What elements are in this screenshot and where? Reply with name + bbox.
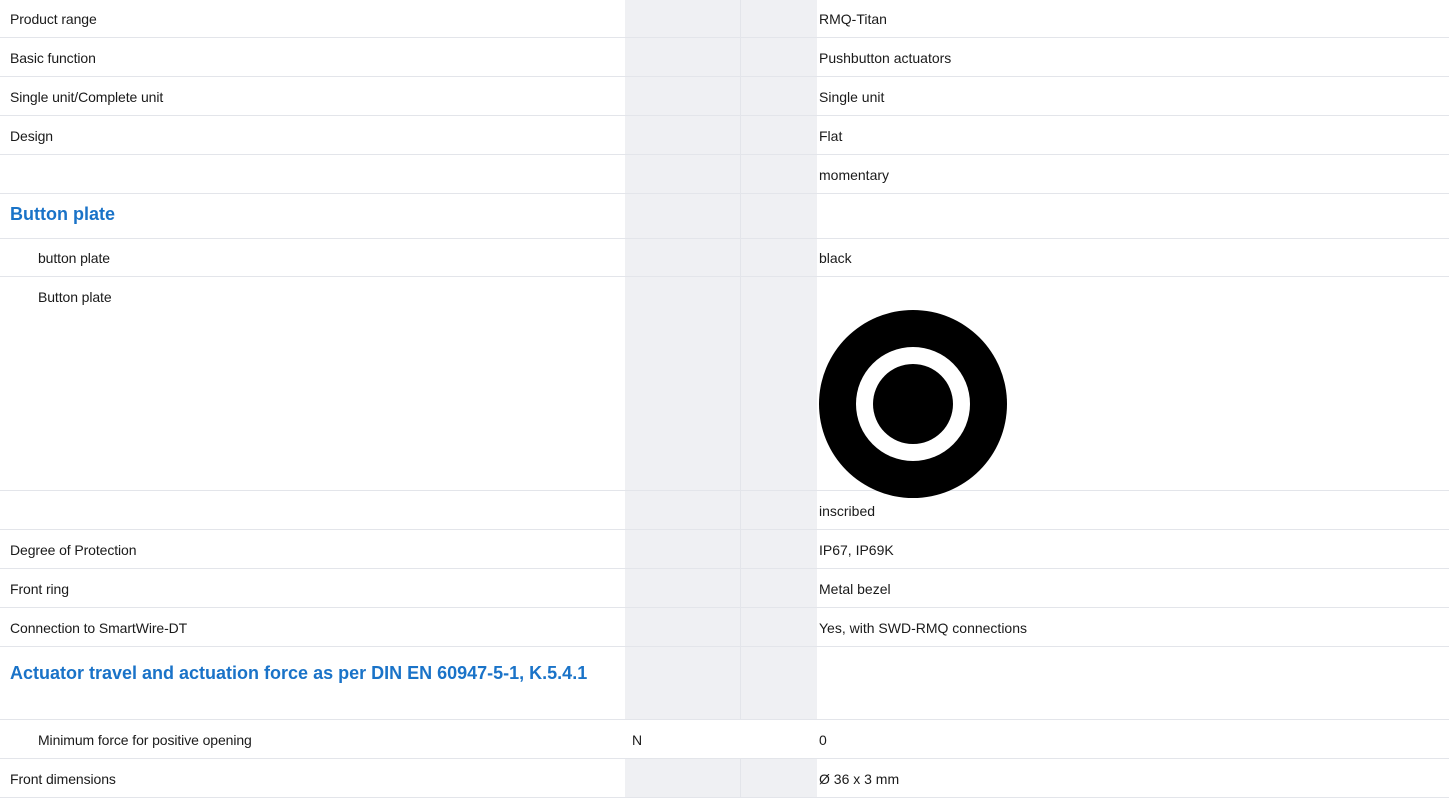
spec-value: black bbox=[819, 250, 852, 266]
spec-label: Connection to SmartWire-DT bbox=[10, 620, 188, 636]
spec-label: Front ring bbox=[10, 581, 69, 597]
spec-label: Front dimensions bbox=[10, 771, 116, 787]
spec-value: Yes, with SWD-RMQ connections bbox=[819, 620, 1027, 636]
spec-row-design: Design Flat bbox=[0, 116, 1449, 155]
spec-row-single-unit: Single unit/Complete unit Single unit bbox=[0, 77, 1449, 116]
spec-label: Basic function bbox=[10, 50, 96, 66]
button-plate-ring-icon bbox=[819, 310, 1007, 498]
section-header-button-plate: Button plate bbox=[0, 194, 1449, 239]
spec-value: Pushbutton actuators bbox=[819, 50, 952, 66]
spec-row-front-dimensions: Front dimensions Ø 36 x 3 mm bbox=[0, 759, 1449, 798]
spec-unit: N bbox=[632, 732, 643, 748]
spec-value: IP67, IP69K bbox=[819, 542, 894, 558]
spec-label: Design bbox=[10, 128, 53, 144]
spec-row-basic-function: Basic function Pushbutton actuators bbox=[0, 38, 1449, 77]
spec-value: RMQ-Titan bbox=[819, 11, 887, 27]
spec-label: Minimum force for positive opening bbox=[38, 732, 252, 748]
spec-row-momentary: momentary bbox=[0, 155, 1449, 194]
spec-row-inscribed: inscribed bbox=[0, 491, 1449, 530]
section-header-actuator: Actuator travel and actuation force as p… bbox=[0, 647, 1449, 720]
section-title: Button plate bbox=[10, 204, 115, 224]
spec-value: Flat bbox=[819, 128, 843, 144]
spec-value: Metal bezel bbox=[819, 581, 891, 597]
spec-row-button-plate-color: button plate black bbox=[0, 239, 1449, 277]
spec-row-button-plate-image: Button plate bbox=[0, 277, 1449, 498]
spec-row-front-ring: Front ring Metal bezel bbox=[0, 569, 1449, 608]
section-title: Actuator travel and actuation force as p… bbox=[10, 663, 588, 683]
spec-label: Button plate bbox=[38, 289, 112, 305]
spec-value: 0 bbox=[819, 732, 827, 748]
spec-value: momentary bbox=[819, 167, 890, 183]
spec-table: Product range RMQ-Titan Basic function P… bbox=[0, 0, 1449, 798]
spec-label: Degree of Protection bbox=[10, 542, 137, 558]
spec-value: inscribed bbox=[819, 503, 876, 519]
spec-row-smartwire: Connection to SmartWire-DT Yes, with SWD… bbox=[0, 608, 1449, 647]
spec-value: Ø 36 x 3 mm bbox=[819, 771, 900, 787]
spec-row-degree-of-protection: Degree of Protection IP67, IP69K bbox=[0, 530, 1449, 569]
spec-label: Product range bbox=[10, 11, 97, 27]
spec-row-minimum-force: Minimum force for positive opening N 0 bbox=[0, 720, 1449, 759]
spec-label: Single unit/Complete unit bbox=[10, 89, 164, 105]
spec-row-product-range: Product range RMQ-Titan bbox=[0, 0, 1449, 38]
spec-value: Single unit bbox=[819, 89, 885, 105]
spec-label: button plate bbox=[38, 250, 110, 266]
